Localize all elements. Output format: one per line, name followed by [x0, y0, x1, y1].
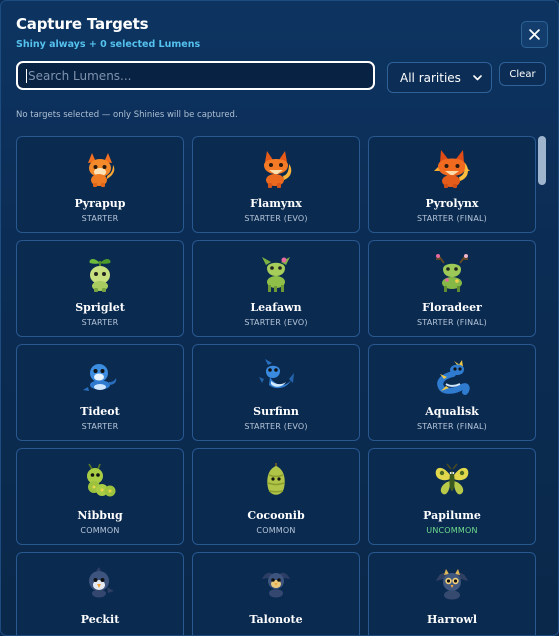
lumen-rarity: STARTER (EVO) [244, 318, 308, 327]
lumen-rarity: COMMON [256, 526, 296, 535]
lumen-name: Cocoonib [247, 509, 305, 522]
lumen-name: Surfinn [253, 405, 299, 418]
lumen-name: Pyrolynx [425, 197, 479, 210]
water-fin-icon [256, 357, 296, 397]
lumen-card-spriglet[interactable]: Spriglet STARTER [16, 240, 184, 337]
lumen-grid-viewport[interactable]: Pyrapup STARTER Flamynx STARTER (EVO) Py… [16, 136, 536, 635]
sprout-icon [80, 253, 120, 293]
lumen-card-surfinn[interactable]: Surfinn STARTER (EVO) [192, 344, 360, 441]
lumen-name: Harrowl [426, 613, 478, 626]
modal-title: Capture Targets [16, 15, 149, 33]
lumen-rarity: STARTER (EVO) [244, 422, 308, 431]
lumen-rarity: STARTER (FINAL) [417, 318, 487, 327]
lumen-card-harrowl[interactable]: Harrowl [368, 552, 536, 635]
lumen-rarity: UNCOMMON [426, 526, 478, 535]
selection-notice: No targets selected — only Shinies will … [16, 110, 238, 120]
rarity-filter-value: All rarities [400, 70, 461, 85]
lumen-rarity: STARTER (EVO) [244, 214, 308, 223]
fire-lynx-icon [256, 149, 296, 189]
lumen-card-leafawn[interactable]: Leafawn STARTER (EVO) [192, 240, 360, 337]
lumen-name: Tideot [80, 405, 120, 418]
search-input[interactable] [28, 68, 365, 83]
chevron-down-icon [473, 74, 482, 80]
lumen-name: Peckit [80, 613, 120, 626]
modal-subtitle: Shiny always + 0 selected Lumens [16, 39, 201, 50]
close-icon [529, 29, 540, 40]
lumen-card-cocoonib[interactable]: Cocoonib COMMON [192, 448, 360, 545]
lumen-card-papilume[interactable]: Papilume UNCOMMON [368, 448, 536, 545]
lumen-card-talonote[interactable]: Talonote [192, 552, 360, 635]
lumen-name: Papilume [423, 509, 481, 522]
lumen-card-nibbug[interactable]: Nibbug COMMON [16, 448, 184, 545]
lumen-card-pyrapup[interactable]: Pyrapup STARTER [16, 136, 184, 233]
caterpillar-icon [80, 461, 120, 501]
lumen-name: Talonote [249, 613, 303, 626]
lumen-card-tideot[interactable]: Tideot STARTER [16, 344, 184, 441]
lumen-name: Nibbug [77, 509, 123, 522]
leaf-fawn-icon [256, 253, 296, 293]
capture-targets-modal: Capture Targets Shiny always + 0 selecte… [0, 0, 559, 636]
fire-pup-icon [80, 149, 120, 189]
water-seal-icon [80, 357, 120, 397]
lumen-grid: Pyrapup STARTER Flamynx STARTER (EVO) Py… [16, 136, 536, 635]
cocoon-icon [256, 461, 296, 501]
grid-scrollbar-thumb[interactable] [538, 136, 546, 185]
lumen-card-peckit[interactable]: Peckit [16, 552, 184, 635]
lumen-card-flamynx[interactable]: Flamynx STARTER (EVO) [192, 136, 360, 233]
lumen-rarity: STARTER (FINAL) [417, 214, 487, 223]
bird-chick-icon [80, 565, 120, 605]
lumen-name: Spriglet [75, 301, 125, 314]
fire-lynx-final-icon [432, 149, 472, 189]
owl-icon [432, 565, 472, 605]
lumen-name: Floradeer [422, 301, 482, 314]
clear-button[interactable]: Clear [499, 62, 546, 86]
lumen-card-aqualisk[interactable]: Aqualisk STARTER (FINAL) [368, 344, 536, 441]
lumen-card-pyrolynx[interactable]: Pyrolynx STARTER (FINAL) [368, 136, 536, 233]
search-field[interactable] [16, 61, 375, 90]
lumen-card-floradeer[interactable]: Floradeer STARTER (FINAL) [368, 240, 536, 337]
lumen-name: Pyrapup [74, 197, 126, 210]
rarity-filter-select[interactable]: All rarities [387, 62, 492, 93]
flower-deer-icon [432, 253, 472, 293]
lumen-rarity: STARTER [81, 318, 119, 327]
lumen-rarity: STARTER [81, 422, 119, 431]
close-button[interactable] [521, 21, 548, 48]
lumen-rarity: COMMON [80, 526, 120, 535]
bird-icon [256, 565, 296, 605]
lumen-rarity: STARTER (FINAL) [417, 422, 487, 431]
lumen-name: Flamynx [250, 197, 302, 210]
butterfly-icon [432, 461, 472, 501]
water-serpent-icon [432, 357, 472, 397]
lumen-name: Aqualisk [425, 405, 479, 418]
lumen-rarity: STARTER [81, 214, 119, 223]
lumen-name: Leafawn [250, 301, 302, 314]
text-caret [26, 68, 27, 83]
